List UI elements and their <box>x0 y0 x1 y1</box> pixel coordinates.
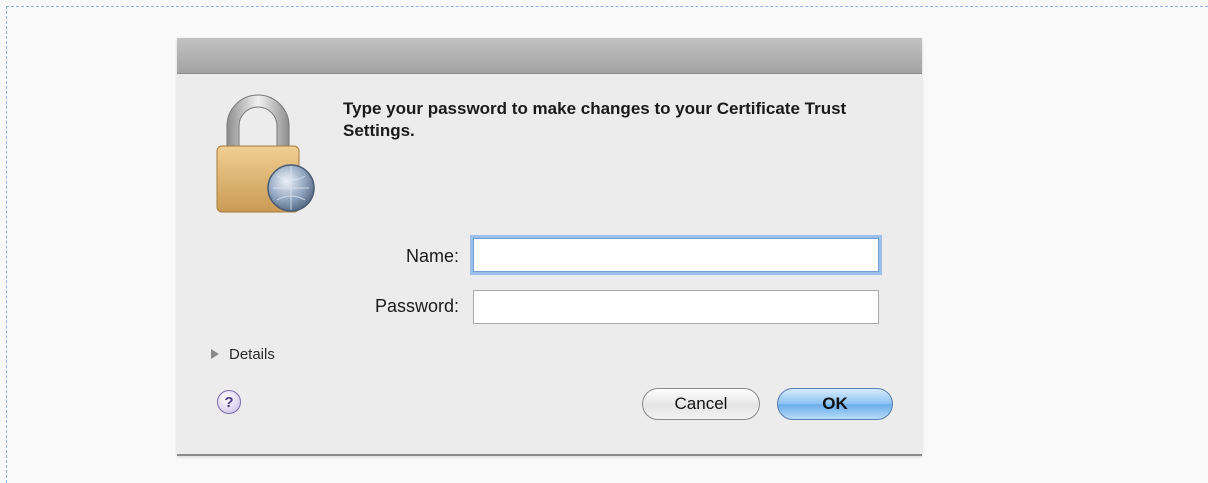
ok-button[interactable]: OK <box>777 388 893 420</box>
help-icon[interactable]: ? <box>217 390 241 414</box>
password-field[interactable] <box>473 290 879 324</box>
dialog-message: Type your password to make changes to yo… <box>343 99 847 140</box>
lock-icon <box>216 94 315 213</box>
name-label: Name: <box>405 246 459 266</box>
details-label: Details <box>229 345 275 363</box>
password-label: Password: <box>374 296 459 316</box>
name-field[interactable] <box>473 238 879 272</box>
dialog-titlebar <box>177 38 922 74</box>
details-disclosure[interactable]: Details <box>211 344 275 364</box>
cancel-button[interactable]: Cancel <box>642 388 760 420</box>
disclosure-triangle-icon[interactable] <box>211 349 219 359</box>
authentication-dialog: Type your password to make changes to yo… <box>177 38 922 456</box>
